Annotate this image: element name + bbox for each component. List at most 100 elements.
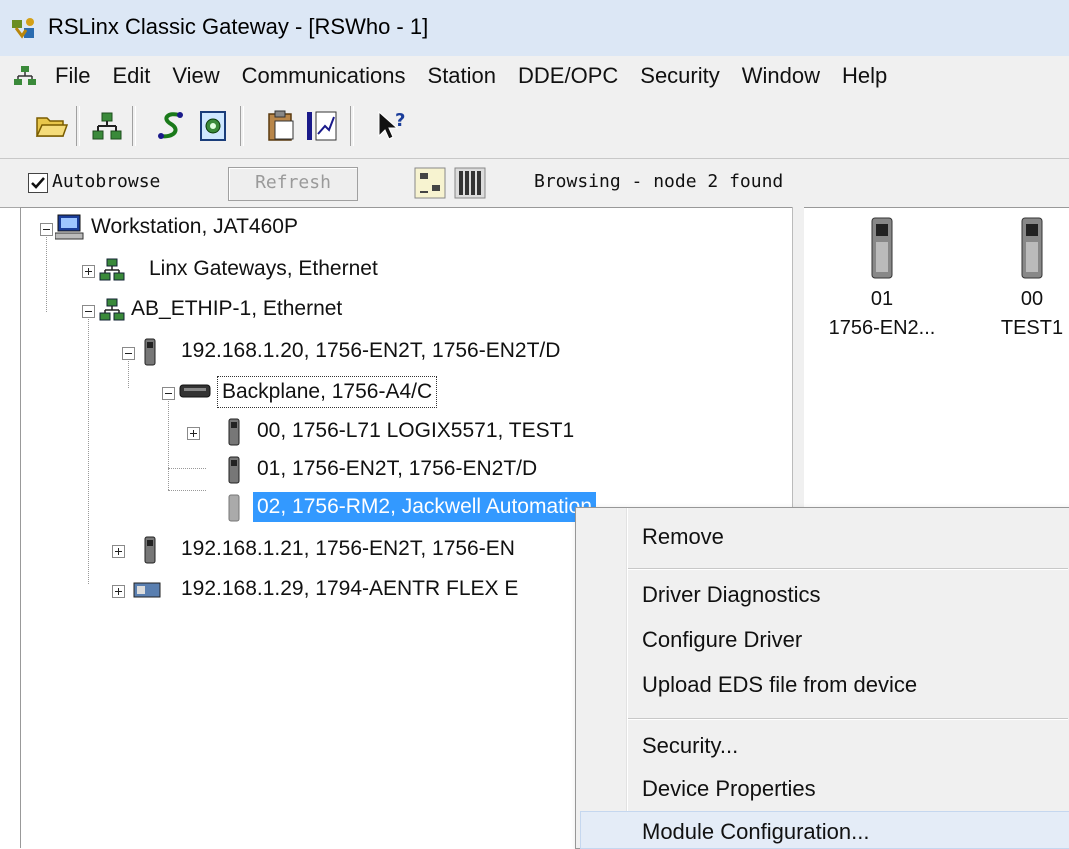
ethernet-module-icon: [228, 456, 240, 484]
flex-adapter-icon: [133, 582, 161, 598]
toolbar-separator: [132, 106, 136, 146]
menu-file[interactable]: File: [44, 56, 101, 96]
device-tile[interactable]: 00 TEST1: [972, 216, 1069, 340]
svg-text:?: ?: [395, 110, 405, 131]
tree-node-192-168-1-20[interactable]: 192.168.1.20, 1756-EN2T, 1756-EN2T/D: [107, 336, 707, 368]
expand-toggle[interactable]: [112, 545, 125, 558]
collapse-toggle[interactable]: [82, 305, 95, 318]
unknown-module-icon: [228, 494, 240, 522]
menu-gutter: [626, 508, 628, 848]
clipboard-icon: [268, 110, 294, 141]
refresh-button[interactable]: Refresh: [228, 167, 358, 201]
window-title: RSLinx Classic Gateway - [RSWho - 1]: [48, 14, 429, 39]
tree-node-label: 01, 1756-EN2T, 1756-EN2T/D: [257, 457, 538, 480]
tree-node-label: AB_ETHIP-1, Ethernet: [131, 297, 343, 320]
autobrowse-checkbox[interactable]: [28, 173, 48, 193]
controller-module-icon: [228, 418, 240, 446]
toolbar-separator: [76, 106, 80, 146]
tree-node-192-168-1-29[interactable]: 192.168.1.29, 1794-AENTR FLEX E: [107, 574, 587, 606]
detail-view-icon: [454, 167, 486, 199]
checkmark-icon: [31, 177, 45, 189]
expand-toggle[interactable]: [112, 585, 125, 598]
tree-node-label: 02, 1756-RM2, Jackwell Automation: [253, 492, 597, 522]
large-icons-view-icon: [414, 167, 446, 199]
title-bar: RSLinx Classic Gateway - [RSWho - 1]: [0, 0, 1069, 57]
tree-node-label: 00, 1756-L71 LOGIX5571, TEST1: [257, 419, 575, 442]
trend-button[interactable]: [300, 105, 342, 147]
tree-node-label: Workstation, JAT460P: [91, 215, 298, 238]
menu-separator: [628, 718, 1068, 720]
toolbar-separator: [350, 106, 354, 146]
tree-node-label: 192.168.1.20, 1756-EN2T, 1756-EN2T/D: [181, 339, 561, 362]
device-tile[interactable]: 01 1756-EN2...: [822, 216, 942, 340]
menu-help[interactable]: Help: [831, 56, 898, 96]
network-driver-icon: [99, 258, 125, 281]
menu-item-module-configuration[interactable]: Module Configuration...: [642, 819, 869, 845]
device-name: TEST1: [1000, 317, 1064, 339]
tree-node-label: 192.168.1.21, 1756-EN2T, 1756-EN: [181, 537, 515, 560]
open-icon: [35, 117, 69, 137]
configure-drivers-button[interactable]: [150, 105, 192, 147]
tree-node-ab-ethip-driver[interactable]: AB_ETHIP-1, Ethernet: [67, 294, 567, 326]
autobrowse-label[interactable]: Autobrowse: [52, 171, 160, 192]
menu-item-remove[interactable]: Remove: [642, 524, 724, 550]
clipboard-button[interactable]: [260, 105, 302, 147]
toolbar-separator: [240, 106, 244, 146]
help-pointer-icon: ?: [378, 110, 405, 140]
menu-security[interactable]: Security: [629, 56, 730, 96]
tree-node-slot-00[interactable]: 00, 1756-L71 LOGIX5571, TEST1: [187, 416, 687, 448]
tree-node-slot-01[interactable]: 01, 1756-EN2T, 1756-EN2T/D: [187, 454, 687, 486]
collapse-toggle[interactable]: [122, 347, 135, 360]
device-slot-number: 01: [870, 288, 894, 310]
diagnostics-icon: [200, 111, 226, 141]
browse-bar: Autobrowse Refresh Browsing - node 2 fou…: [0, 159, 1069, 208]
menu-item-configure-driver[interactable]: Configure Driver: [642, 627, 802, 653]
rswho-button[interactable]: [86, 105, 128, 147]
toolbar: ?: [0, 96, 1069, 159]
menu-separator: [628, 568, 1068, 570]
rswho-window-icon[interactable]: [12, 65, 38, 87]
tree-connector: [168, 490, 206, 491]
tree-connector: [88, 312, 89, 584]
tree-node-linx-gateways[interactable]: Linx Gateways, Ethernet: [67, 254, 567, 286]
menu-dde-opc[interactable]: DDE/OPC: [507, 56, 629, 96]
expand-toggle[interactable]: [82, 265, 95, 278]
detail-view-button[interactable]: [454, 167, 486, 199]
tree-node-192-168-1-21[interactable]: 192.168.1.21, 1756-EN2T, 1756-EN: [107, 534, 587, 566]
tree-connector: [46, 232, 47, 312]
tree-node-label: Linx Gateways, Ethernet: [149, 257, 378, 280]
tree-connector: [168, 394, 169, 490]
menu-communications[interactable]: Communications: [231, 56, 417, 96]
expand-toggle[interactable]: [187, 427, 200, 440]
large-icons-view-button[interactable]: [414, 167, 446, 199]
backplane-icon: [179, 384, 211, 398]
menu-edit[interactable]: Edit: [101, 56, 161, 96]
tree-node-label: 192.168.1.29, 1794-AENTR FLEX E: [181, 577, 519, 600]
collapse-toggle[interactable]: [162, 387, 175, 400]
menu-view[interactable]: View: [161, 56, 230, 96]
whats-this-help-button[interactable]: ?: [370, 105, 412, 147]
open-button[interactable]: [30, 105, 72, 147]
ethernet-module-icon: [144, 536, 156, 564]
tree-node-workstation[interactable]: Workstation, JAT460P: [25, 212, 625, 244]
menu-item-device-properties[interactable]: Device Properties: [642, 776, 816, 802]
device-name: 1756-EN2...: [828, 317, 936, 339]
trend-icon: [307, 111, 337, 141]
tree-node-backplane[interactable]: Backplane, 1756-A4/C: [147, 376, 547, 408]
rslinx-app-icon: [12, 18, 34, 39]
browse-status-text: Browsing - node 2 found: [534, 171, 784, 192]
controller-module-icon: [1021, 217, 1043, 279]
workstation-icon: [55, 214, 84, 240]
ethernet-module-icon: [144, 338, 156, 366]
context-menu: Remove Driver Diagnostics Configure Driv…: [575, 507, 1069, 849]
menu-station[interactable]: Station: [417, 56, 508, 96]
menu-item-security[interactable]: Security...: [642, 733, 738, 759]
network-driver-icon: [99, 298, 125, 321]
menu-item-driver-diagnostics[interactable]: Driver Diagnostics: [642, 582, 821, 608]
menu-window[interactable]: Window: [731, 56, 831, 96]
rswho-icon: [92, 112, 122, 140]
menu-item-upload-eds[interactable]: Upload EDS file from device: [642, 672, 917, 698]
diagnostics-button[interactable]: [192, 105, 234, 147]
collapse-toggle[interactable]: [40, 223, 53, 236]
menu-bar: File Edit View Communications Station DD…: [0, 56, 1069, 97]
